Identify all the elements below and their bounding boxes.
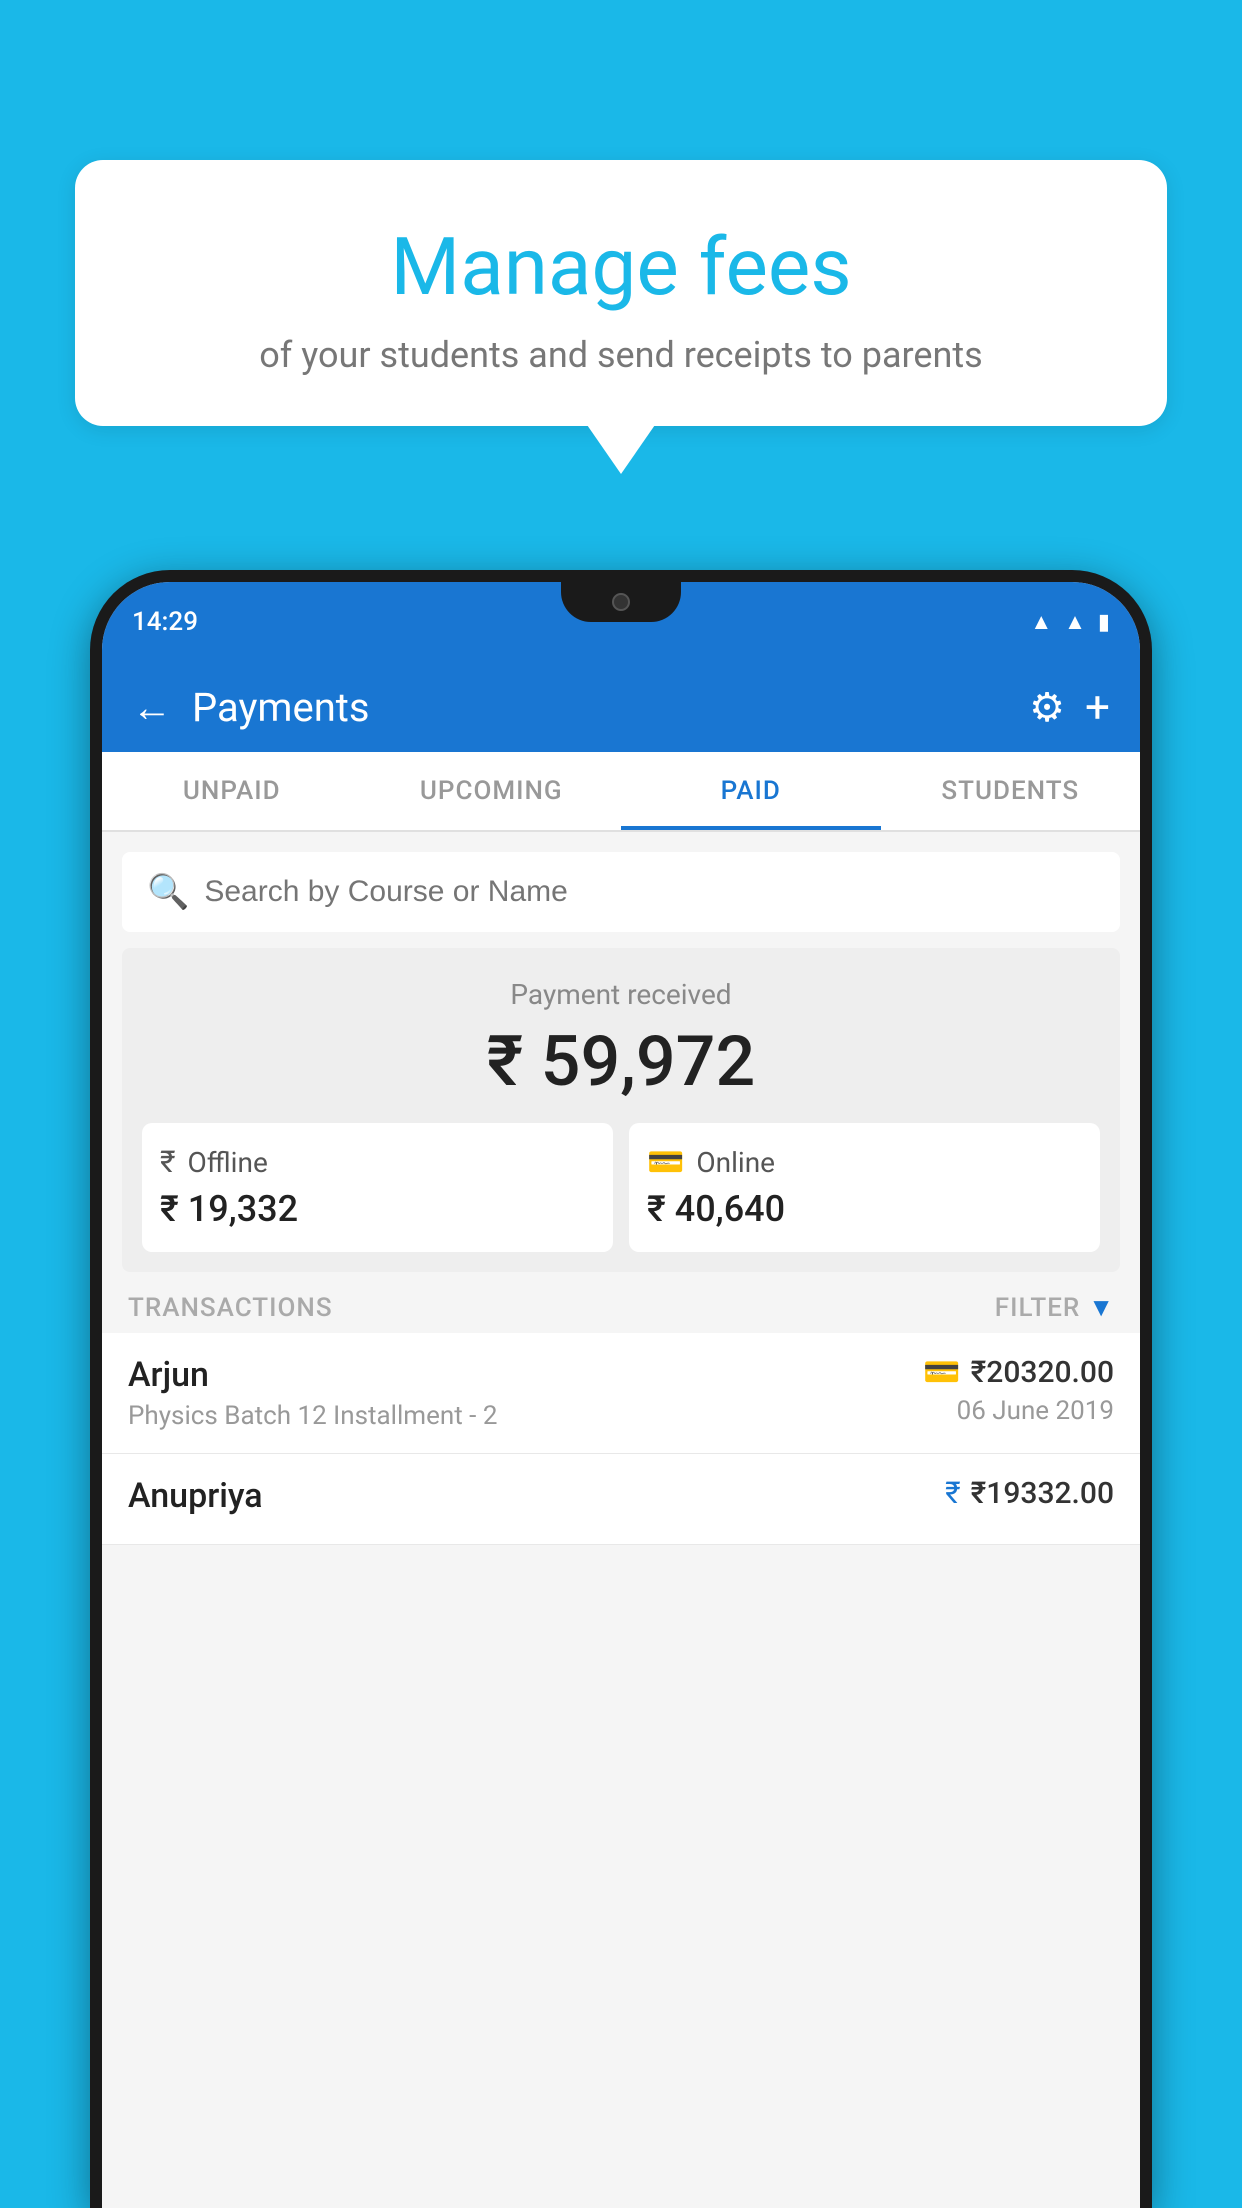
- search-icon: 🔍: [147, 872, 189, 912]
- transaction-right: 💳 ₹20320.00 06 June 2019: [923, 1355, 1114, 1426]
- table-row[interactable]: Anupriya ₹ ₹19332.00: [102, 1454, 1140, 1545]
- tab-upcoming[interactable]: UPCOMING: [362, 752, 622, 830]
- search-bar[interactable]: 🔍: [122, 852, 1120, 932]
- amount-row: 💳 ₹20320.00: [923, 1355, 1114, 1390]
- status-bar: 14:29 ▲ ▲ ▮: [102, 582, 1140, 662]
- status-time: 14:29: [132, 607, 198, 637]
- transaction-name: Anupriya: [128, 1476, 945, 1516]
- amount-row: ₹ ₹19332.00: [945, 1476, 1114, 1511]
- transaction-left: Anupriya: [128, 1476, 945, 1522]
- online-label: Online: [696, 1146, 775, 1179]
- filter-button[interactable]: FILTER ▼: [995, 1292, 1114, 1323]
- gear-icon[interactable]: ⚙: [1029, 684, 1065, 731]
- online-amount: ₹ 40,640: [647, 1188, 1082, 1230]
- tab-students[interactable]: STUDENTS: [881, 752, 1141, 830]
- back-button[interactable]: ←: [132, 684, 172, 731]
- bubble-subtitle: of your students and send receipts to pa…: [125, 334, 1117, 376]
- online-card: 💳 Online ₹ 40,640: [629, 1123, 1100, 1252]
- wifi-icon: ▲: [1030, 609, 1052, 635]
- tabs: UNPAID UPCOMING PAID STUDENTS: [102, 752, 1140, 832]
- transactions-label: TRANSACTIONS: [128, 1293, 995, 1323]
- card-icon: 💳: [647, 1145, 684, 1180]
- status-icons: ▲ ▲ ▮: [1030, 609, 1110, 635]
- tab-paid[interactable]: PAID: [621, 752, 881, 830]
- speech-bubble: Manage fees of your students and send re…: [75, 160, 1167, 426]
- offline-card: ₹ Offline ₹ 19,332: [142, 1123, 613, 1252]
- payment-cards: ₹ Offline ₹ 19,332 💳 Online ₹ 40,640: [142, 1123, 1100, 1252]
- phone-frame: 14:29 ▲ ▲ ▮ ← Payments ⚙ + UNPAID UPCOMI…: [90, 570, 1152, 2208]
- cash-icon: ₹: [160, 1145, 176, 1180]
- card-payment-icon: 💳: [923, 1355, 960, 1390]
- transactions-header: TRANSACTIONS FILTER ▼: [102, 1272, 1140, 1333]
- app-header: ← Payments ⚙ +: [102, 662, 1140, 752]
- signal-icon: ▲: [1064, 609, 1086, 635]
- transaction-amount: ₹20320.00: [971, 1355, 1114, 1390]
- transaction-description: Physics Batch 12 Installment - 2: [128, 1401, 923, 1431]
- phone-screen: 14:29 ▲ ▲ ▮ ← Payments ⚙ + UNPAID UPCOMI…: [102, 582, 1140, 2208]
- cash-payment-icon: ₹: [945, 1476, 961, 1511]
- table-row[interactable]: Arjun Physics Batch 12 Installment - 2 💳…: [102, 1333, 1140, 1454]
- transaction-name: Arjun: [128, 1355, 923, 1395]
- payment-received-section: Payment received ₹ 59,972 ₹ Offline ₹ 19…: [122, 948, 1120, 1272]
- transaction-left: Arjun Physics Batch 12 Installment - 2: [128, 1355, 923, 1431]
- battery-icon: ▮: [1098, 610, 1110, 635]
- filter-label: FILTER: [995, 1293, 1080, 1323]
- notch: [561, 582, 681, 622]
- transaction-date: 06 June 2019: [923, 1396, 1114, 1426]
- payment-total-amount: ₹ 59,972: [142, 1021, 1100, 1103]
- add-button[interactable]: +: [1085, 681, 1110, 733]
- camera: [612, 593, 630, 611]
- content-area: 🔍 Payment received ₹ 59,972 ₹ Offline ₹ …: [102, 832, 1140, 2208]
- tab-unpaid[interactable]: UNPAID: [102, 752, 362, 830]
- transaction-amount: ₹19332.00: [971, 1476, 1114, 1511]
- bubble-title: Manage fees: [125, 220, 1117, 314]
- online-card-top: 💳 Online: [647, 1145, 1082, 1180]
- payment-received-label: Payment received: [142, 978, 1100, 1011]
- offline-card-top: ₹ Offline: [160, 1145, 595, 1180]
- offline-amount: ₹ 19,332: [160, 1188, 595, 1230]
- filter-icon: ▼: [1088, 1292, 1114, 1323]
- search-input[interactable]: [204, 875, 1095, 909]
- transaction-right: ₹ ₹19332.00: [945, 1476, 1114, 1517]
- offline-label: Offline: [188, 1146, 268, 1179]
- header-title: Payments: [192, 684, 1029, 731]
